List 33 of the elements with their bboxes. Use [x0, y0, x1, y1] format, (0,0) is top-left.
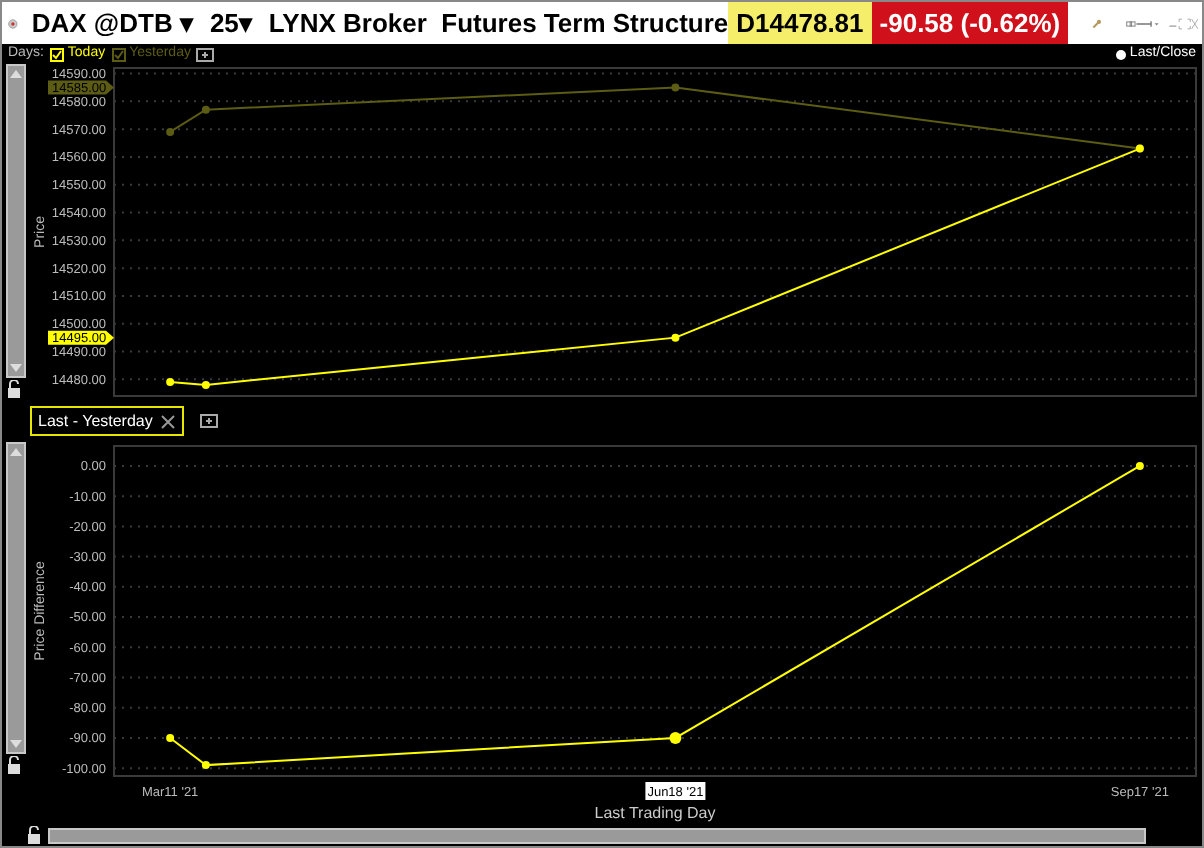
lock-icon[interactable] — [6, 380, 22, 398]
scroll-up-icon[interactable] — [8, 444, 24, 460]
add-icon[interactable] — [196, 47, 215, 61]
data-point — [201, 380, 210, 389]
scroll-up-icon[interactable] — [8, 66, 24, 82]
data-point — [166, 733, 175, 742]
data-point — [201, 761, 210, 770]
horizontal-scrollbar[interactable] — [48, 827, 1146, 843]
day-checkbox[interactable] — [111, 47, 126, 61]
check-icon — [51, 49, 62, 59]
data-point — [1135, 461, 1144, 470]
lock-icon[interactable] — [26, 826, 42, 844]
data-point — [671, 333, 680, 342]
data-point — [201, 105, 210, 114]
last-price: D14478.81 — [728, 2, 872, 44]
difference-tab[interactable]: Last - Yesterday — [30, 406, 185, 436]
data-point — [671, 83, 680, 92]
close-icon[interactable] — [160, 413, 177, 429]
price-change: -90.58 (-0.62%) — [871, 2, 1069, 44]
scrollbar[interactable] — [6, 442, 26, 754]
data-point — [166, 127, 175, 136]
scrollbar[interactable] — [6, 64, 26, 378]
check-icon — [113, 49, 124, 59]
data-point — [669, 731, 682, 744]
add-icon[interactable] — [200, 414, 219, 428]
x-axis-title: Last Trading Day — [594, 804, 716, 822]
size-dropdown[interactable]: 25▾ — [209, 3, 253, 43]
scroll-down-icon[interactable] — [8, 360, 24, 376]
symbol-dropdown[interactable]: DAX @DTB ▾ — [31, 3, 194, 43]
lock-icon[interactable] — [6, 756, 22, 774]
data-point — [166, 378, 175, 387]
scroll-down-icon[interactable] — [8, 736, 24, 752]
window-title: LYNX Broker Futures Term Structure — [268, 5, 729, 42]
